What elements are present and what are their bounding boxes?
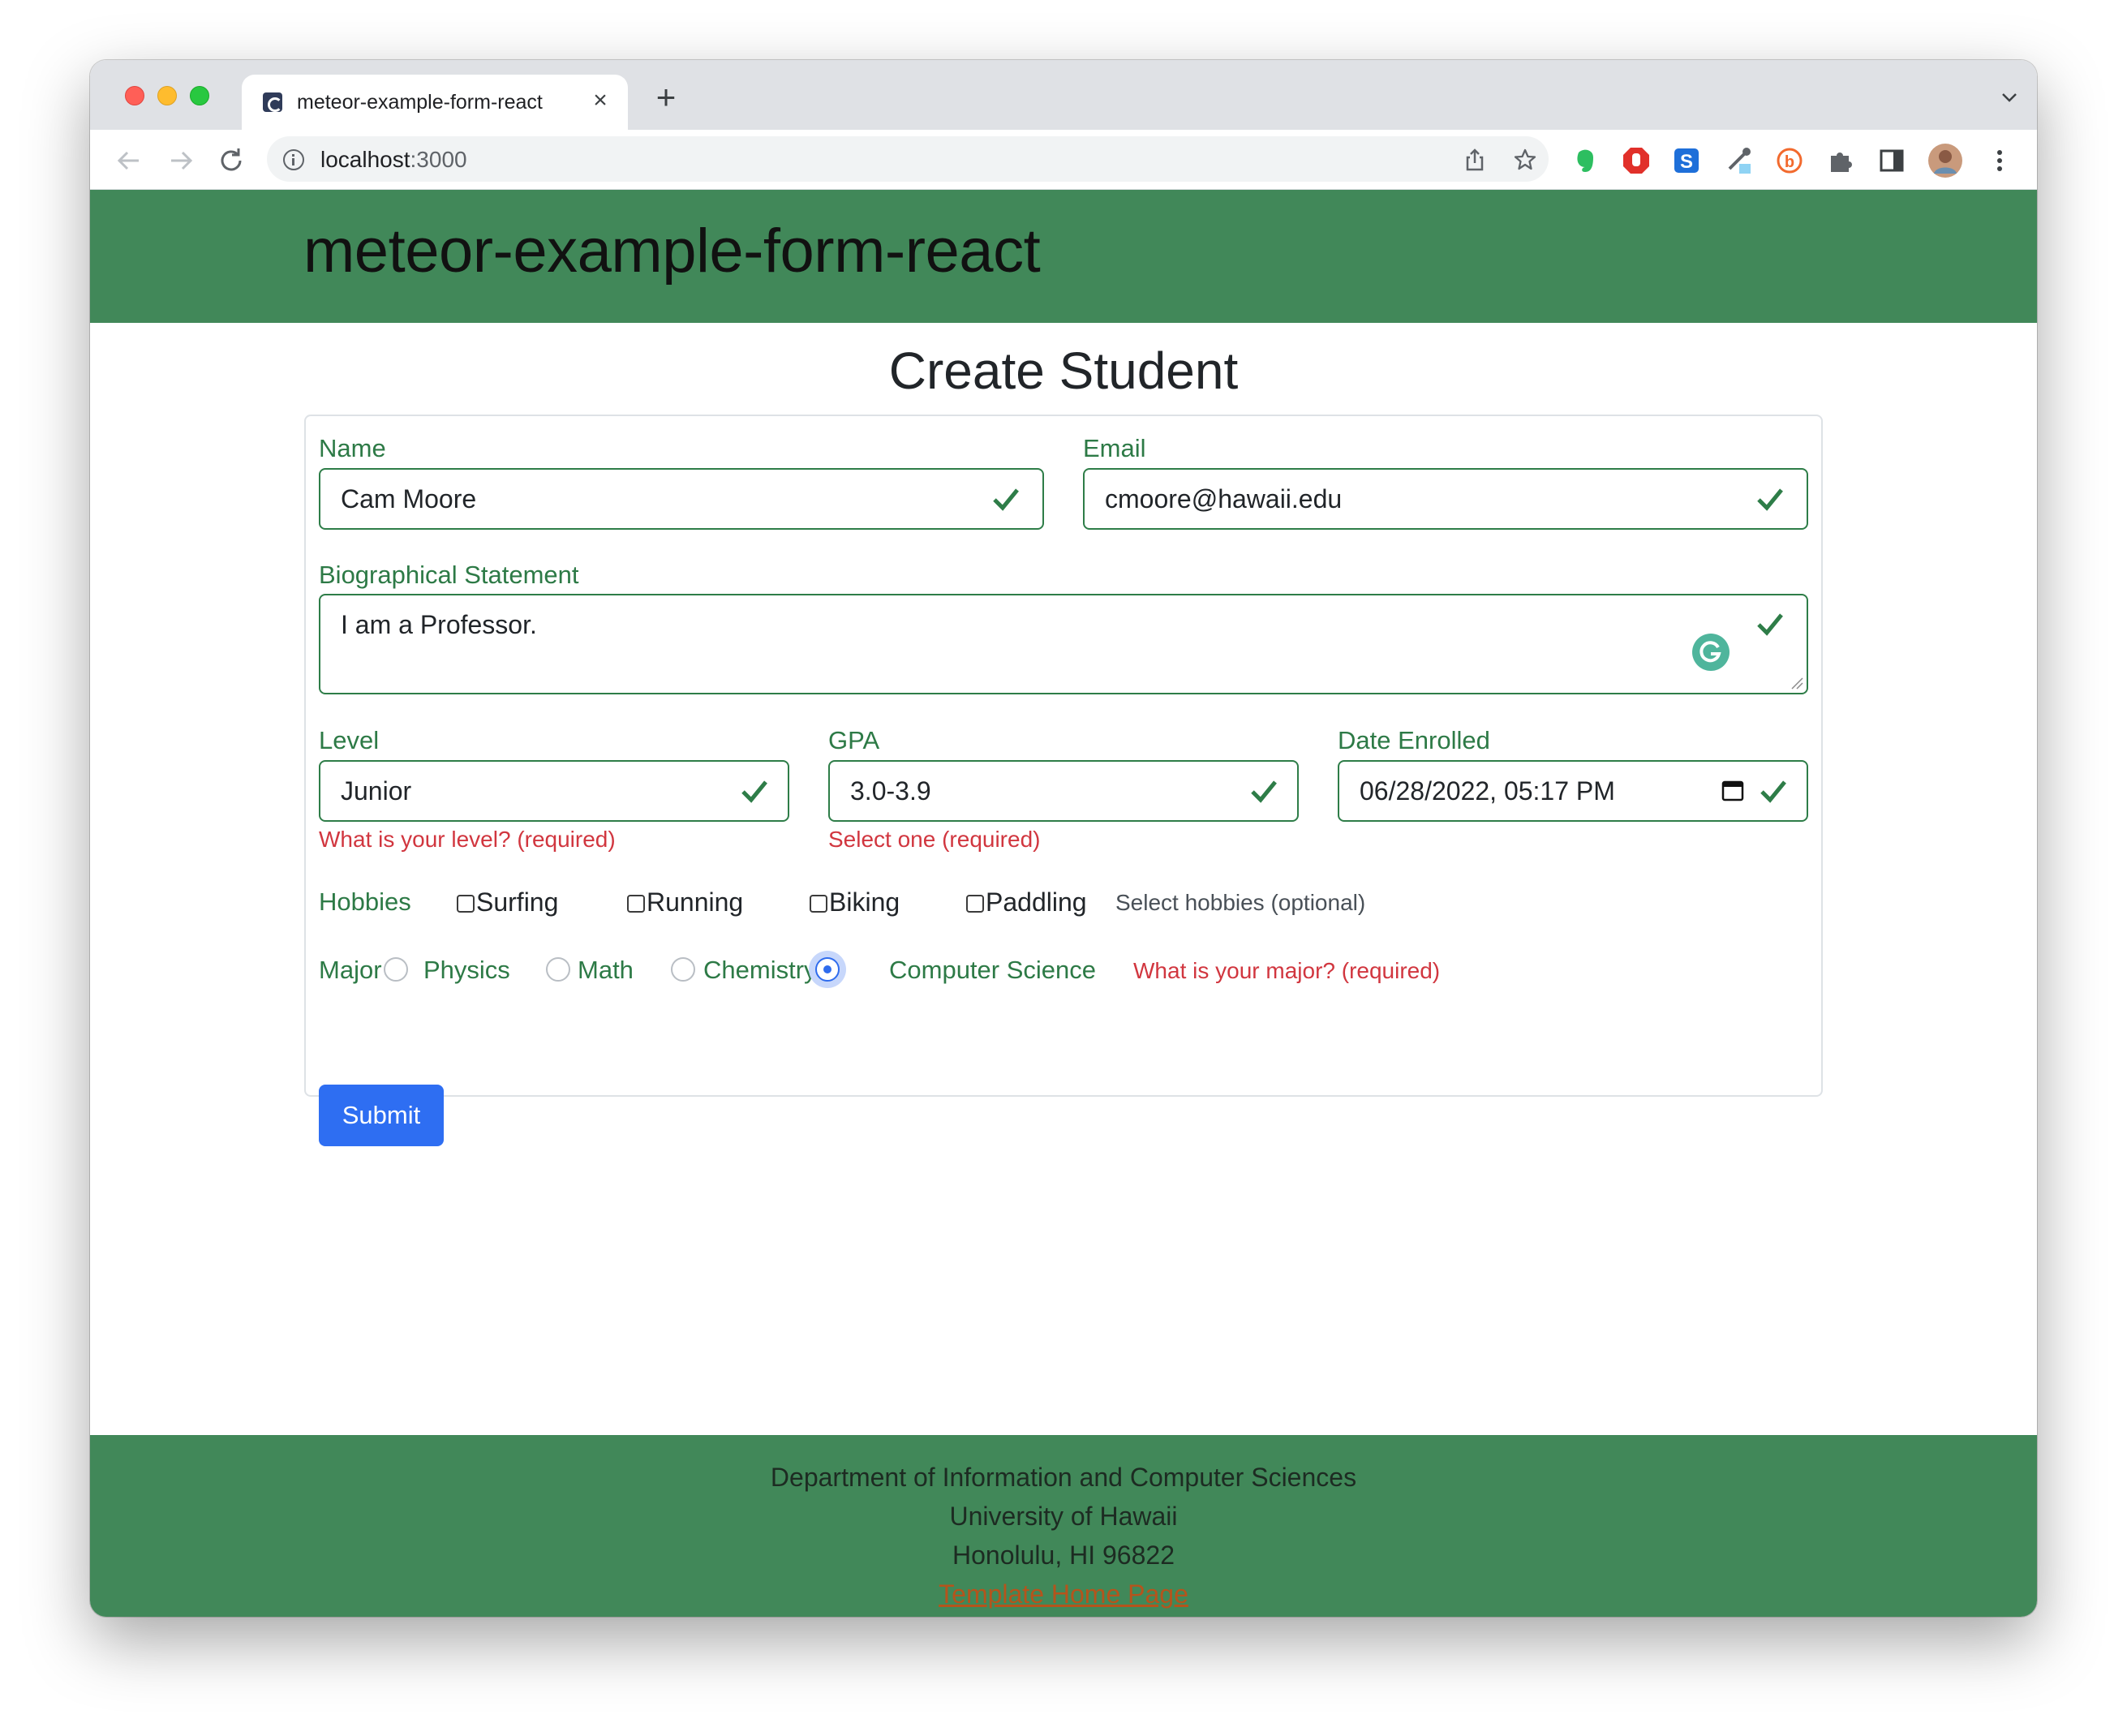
hobbies-label: Hobbies	[319, 887, 411, 916]
level-value: Junior	[341, 776, 412, 806]
browser-tab[interactable]: meteor-example-form-react ×	[242, 75, 628, 130]
hobby-label-surfing[interactable]: Surfing	[476, 887, 558, 917]
more-menu-icon[interactable]	[1985, 146, 2014, 175]
valid-check-icon	[1760, 780, 1786, 803]
email-value: cmoore@hawaii.edu	[1105, 484, 1343, 513]
gpa-select[interactable]: 3.0-3.9	[828, 760, 1299, 822]
adblock-extension-icon[interactable]	[1622, 146, 1651, 175]
url-host: localhost	[320, 147, 410, 172]
tab-title: meteor-example-form-react	[297, 91, 543, 114]
hobby-checkbox-paddling[interactable]	[966, 895, 984, 913]
major-radio-chemistry[interactable]	[671, 957, 695, 982]
valid-check-icon	[1251, 780, 1277, 803]
extensions-puzzle-icon[interactable]	[1826, 146, 1855, 175]
minimize-window-button[interactable]	[157, 86, 177, 105]
side-panel-icon[interactable]	[1877, 146, 1906, 175]
profile-avatar-icon[interactable]	[1927, 143, 1963, 178]
svg-text:b: b	[1785, 153, 1794, 171]
level-error: What is your level? (required)	[319, 827, 616, 852]
major-error: What is your major? (required)	[1133, 958, 1441, 983]
maximize-window-button[interactable]	[190, 86, 209, 105]
hobby-label-paddling[interactable]: Paddling	[986, 887, 1087, 917]
hobby-checkbox-running[interactable]	[627, 895, 645, 913]
close-window-button[interactable]	[125, 86, 144, 105]
gpa-value: 3.0-3.9	[850, 776, 931, 806]
date-input[interactable]: 06/28/2022, 05:17 PM	[1338, 760, 1808, 822]
major-label-physics[interactable]: Physics	[423, 956, 510, 985]
major-label: Major	[319, 956, 382, 984]
footer-link-row: Template Home Page	[90, 1579, 2037, 1609]
major-label-math[interactable]: Math	[578, 956, 634, 985]
major-label-computer-science[interactable]: Computer Science	[889, 956, 1096, 985]
footer-department: Department of Information and Computer S…	[770, 1463, 1357, 1492]
url-port: :3000	[410, 147, 467, 172]
email-label: Email	[1083, 434, 1146, 462]
new-tab-icon[interactable]: +	[650, 80, 682, 115]
chevron-down-icon[interactable]	[1998, 89, 2021, 105]
name-value: Cam Moore	[341, 484, 477, 513]
bio-value: I am a Professor.	[341, 610, 537, 639]
app-navbar: meteor-example-form-react	[90, 190, 2037, 323]
svg-text:S: S	[1680, 151, 1693, 173]
reload-icon[interactable]	[215, 144, 247, 177]
valid-check-icon	[741, 780, 767, 803]
level-select[interactable]: Junior	[319, 760, 789, 822]
eyedropper-extension-icon[interactable]	[1725, 146, 1754, 175]
app-title[interactable]: meteor-example-form-react	[303, 216, 1041, 286]
s-extension-icon[interactable]: S	[1672, 146, 1701, 175]
resize-handle-icon[interactable]	[1790, 677, 1803, 690]
major-radio-physics[interactable]	[384, 957, 408, 982]
hobby-checkbox-surfing[interactable]	[457, 895, 475, 913]
date-value: 06/28/2022, 05:17 PM	[1360, 776, 1615, 806]
hobby-checkbox-biking[interactable]	[810, 895, 827, 913]
gpa-error: Select one (required)	[828, 827, 1041, 852]
evernote-extension-icon[interactable]	[1571, 146, 1600, 175]
valid-check-icon	[993, 488, 1019, 511]
site-info-icon[interactable]	[283, 149, 304, 170]
bookmark-star-icon[interactable]	[1513, 148, 1537, 172]
email-field[interactable]: cmoore@hawaii.edu	[1083, 468, 1808, 530]
level-label: Level	[319, 726, 380, 754]
forward-arrow-icon[interactable]	[165, 144, 197, 177]
date-label: Date Enrolled	[1338, 726, 1490, 754]
tab-close-icon[interactable]: ×	[586, 86, 615, 115]
back-arrow-icon[interactable]	[113, 144, 145, 177]
footer-university: University of Hawaii	[949, 1502, 1178, 1531]
valid-check-icon	[1757, 613, 1783, 636]
valid-check-icon	[1757, 488, 1783, 511]
app-footer: Department of Information and Computer S…	[90, 1435, 2037, 1617]
hobby-label-biking[interactable]: Biking	[829, 887, 900, 917]
browser-toolbar: localhost:3000 S b	[90, 130, 2037, 190]
bio-label: Biographical Statement	[319, 561, 579, 589]
gpa-label: GPA	[828, 726, 880, 754]
address-bar[interactable]: localhost:3000	[267, 136, 1549, 182]
hobbies-help: Select hobbies (optional)	[1115, 890, 1366, 915]
major-radio-math[interactable]	[546, 957, 570, 982]
browser-window: meteor-example-form-react × + localhost:…	[90, 60, 2037, 1617]
student-form-card: Name Cam Moore Email cmoore@hawaii.edu B…	[304, 415, 1823, 1146]
share-icon[interactable]	[1463, 148, 1487, 172]
submit-label: Submit	[342, 1101, 421, 1129]
grammarly-icon[interactable]	[1691, 633, 1730, 672]
bio-textarea[interactable]: I am a Professor.	[319, 594, 1808, 694]
calendar-icon[interactable]	[1721, 778, 1745, 802]
submit-button[interactable]: Submit	[319, 1085, 444, 1146]
major-label-chemistry[interactable]: Chemistry	[703, 956, 817, 985]
major-radio-computer-science[interactable]	[815, 957, 840, 982]
url-text: localhost:3000	[320, 147, 467, 173]
hobby-label-running[interactable]: Running	[647, 887, 743, 917]
meteor-favicon-icon	[263, 92, 282, 112]
template-home-link[interactable]: Template Home Page	[939, 1579, 1188, 1609]
name-label: Name	[319, 434, 386, 462]
page-title: Create Student	[888, 342, 1239, 400]
browser-titlebar: meteor-example-form-react × +	[90, 60, 2037, 130]
name-field[interactable]: Cam Moore	[319, 468, 1044, 530]
b-extension-icon[interactable]: b	[1775, 146, 1804, 175]
footer-address: Honolulu, HI 96822	[952, 1540, 1175, 1570]
